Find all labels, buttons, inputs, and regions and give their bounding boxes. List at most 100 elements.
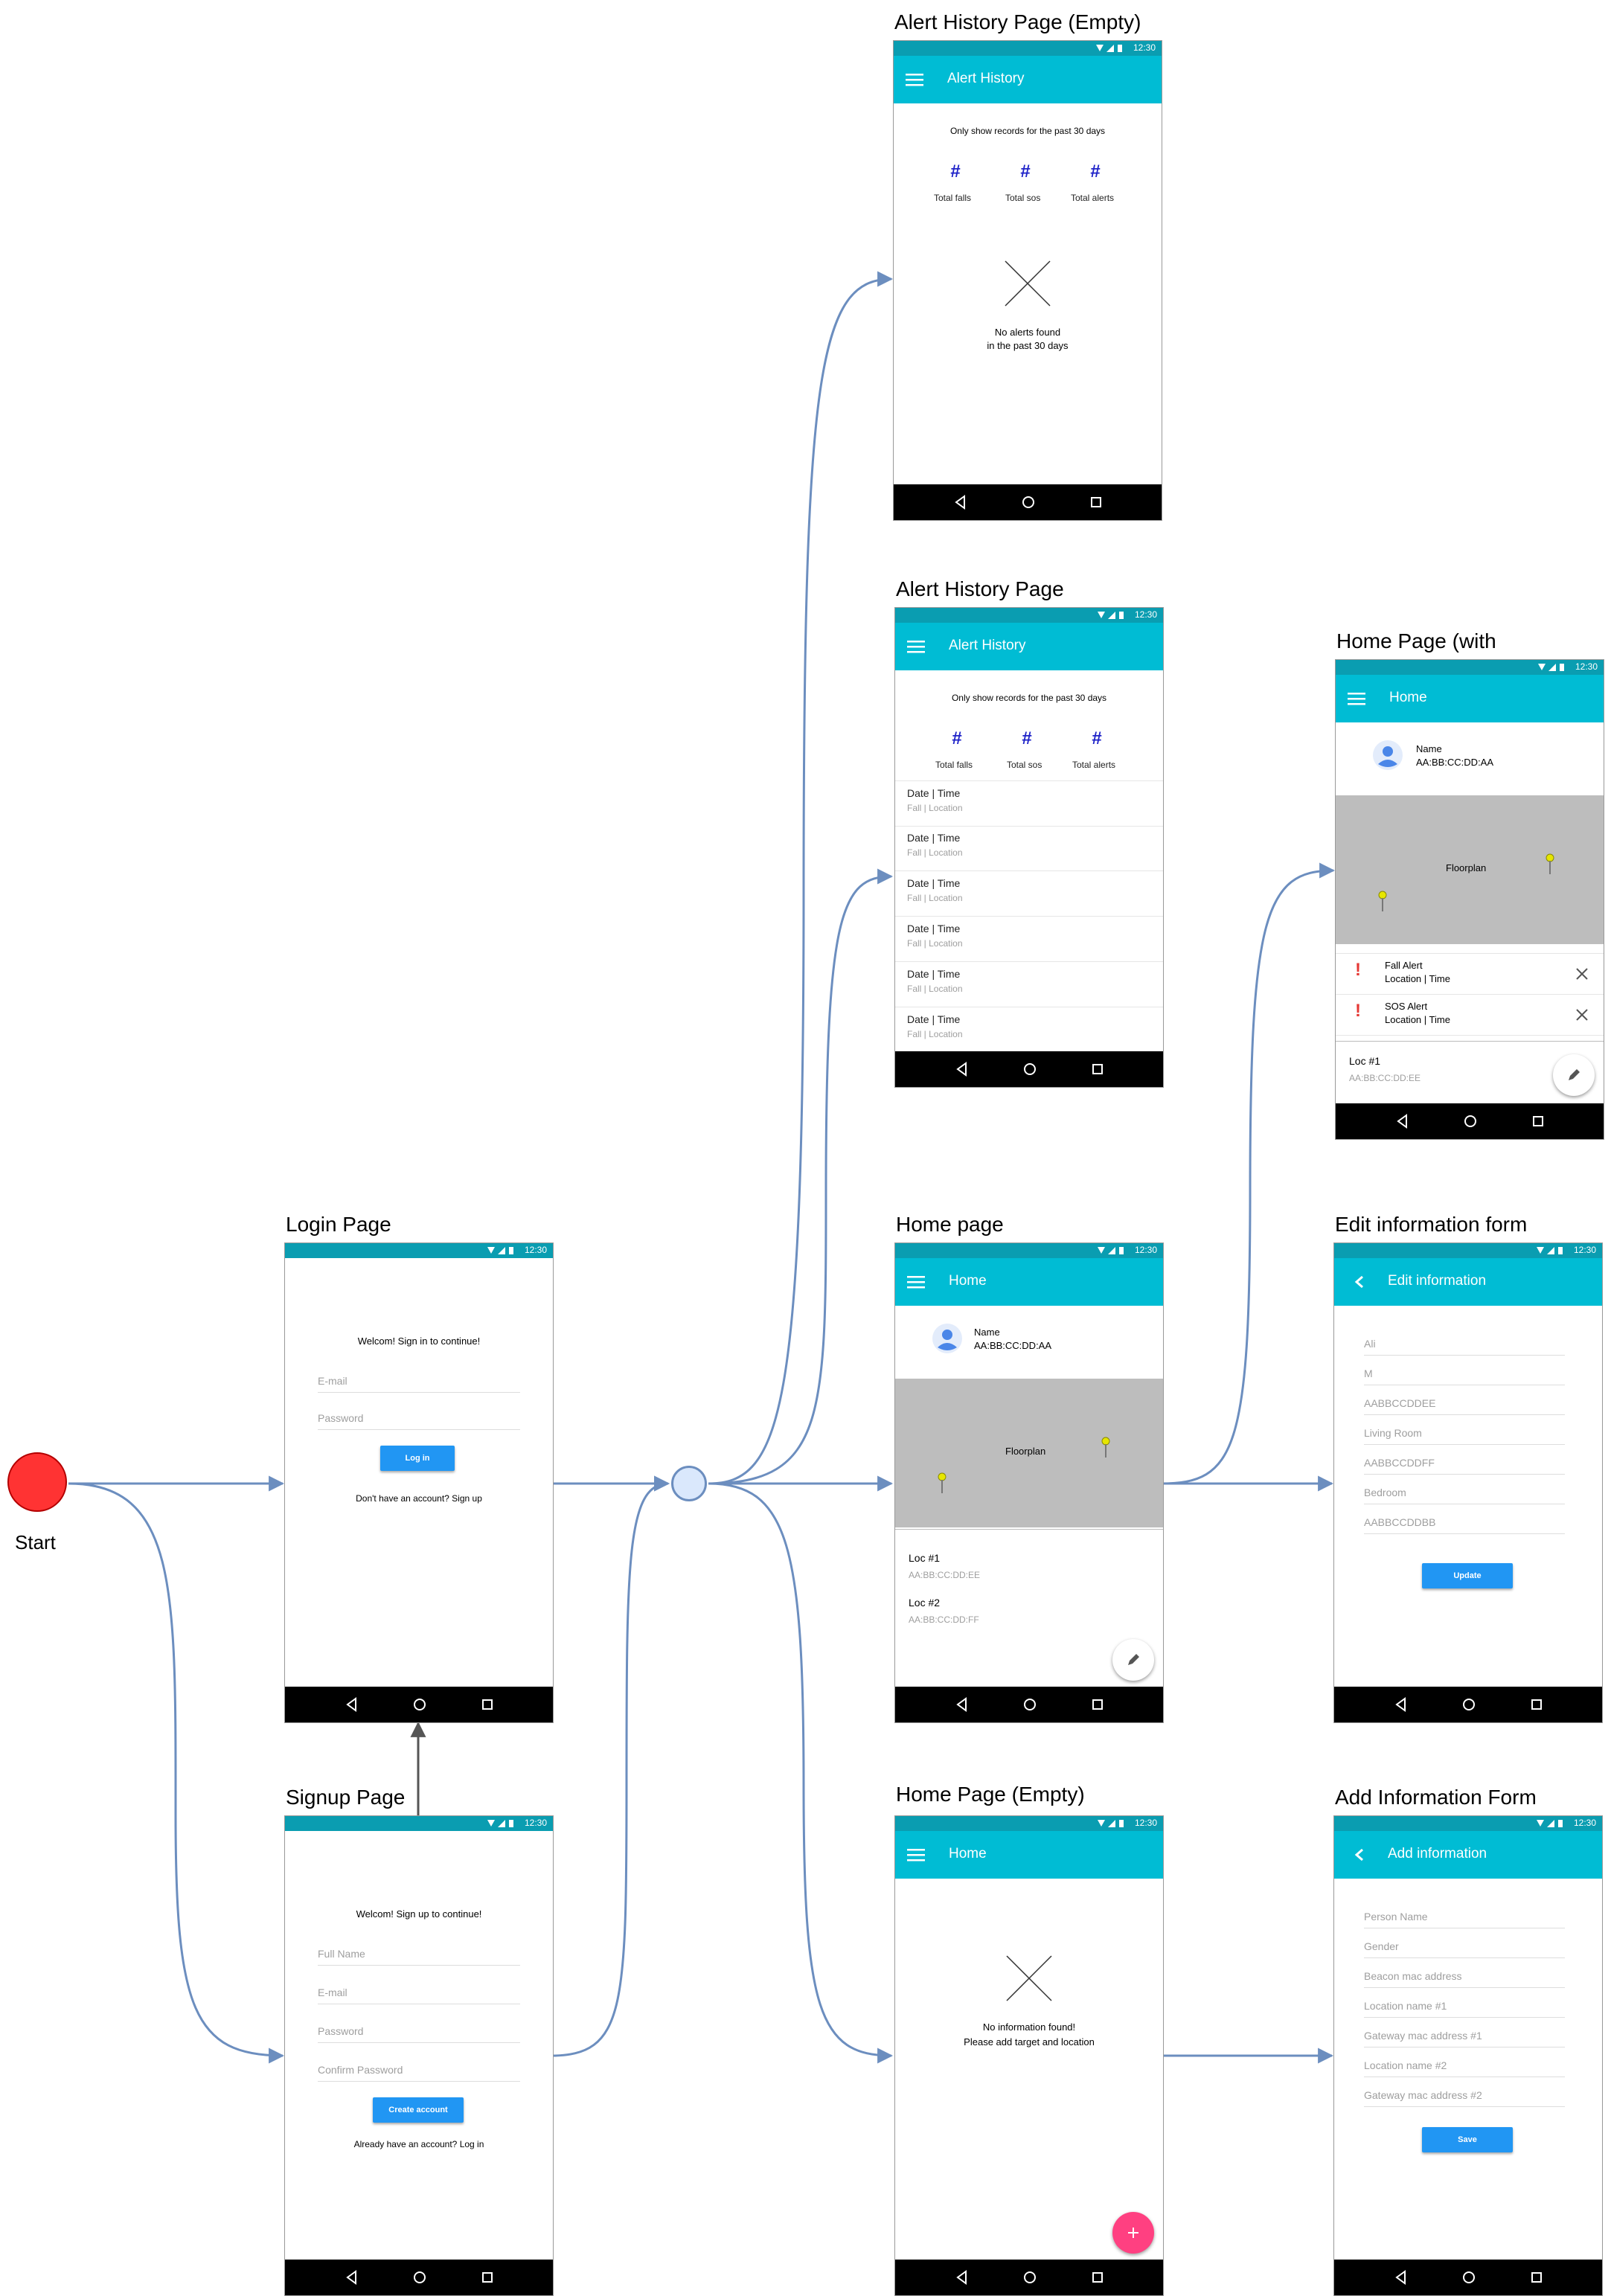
update-button[interactable]: Update — [1422, 1563, 1513, 1588]
location-pin-icon[interactable] — [1101, 1437, 1111, 1459]
recents-icon[interactable] — [480, 2270, 495, 2285]
alert-row[interactable]: Date | Time Fall | Location — [895, 917, 1163, 962]
confirm-password-field[interactable]: Confirm Password — [318, 2062, 520, 2082]
nav-bar — [894, 484, 1162, 520]
home-icon[interactable] — [1022, 1062, 1037, 1077]
back-icon[interactable] — [953, 495, 968, 510]
menu-icon[interactable] — [906, 72, 923, 87]
connector-hub-alert-empty — [708, 271, 894, 1485]
dismiss-icon[interactable] — [1575, 967, 1589, 981]
location-name: Loc #1 — [1349, 1055, 1381, 1067]
app-bar: Home — [895, 1831, 1163, 1879]
screen-login: 12:30 Welcom! Sign in to continue! E-mai… — [284, 1242, 554, 1723]
person-name-field[interactable]: Person Name — [1364, 1908, 1565, 1928]
location-pin-icon[interactable] — [1545, 853, 1555, 876]
back-icon[interactable] — [955, 1062, 970, 1077]
back-icon[interactable] — [955, 2270, 970, 2285]
recents-icon[interactable] — [1090, 2270, 1105, 2285]
location-name-1-field[interactable]: Location name #1 — [1364, 1998, 1565, 2018]
gateway-mac-1-field[interactable]: AABBCCDDFF — [1364, 1455, 1565, 1475]
gender-field[interactable]: Gender — [1364, 1938, 1565, 1958]
location-pin-icon[interactable] — [937, 1472, 947, 1495]
home-icon[interactable] — [1463, 1114, 1478, 1129]
full-name-field[interactable]: Full Name — [318, 1946, 520, 1966]
frame-title-edit: Edit information form — [1335, 1213, 1528, 1236]
back-arrow-icon[interactable] — [1352, 1847, 1370, 1862]
alert-card[interactable]: ! SOS Alert Location | Time — [1336, 995, 1604, 1036]
gateway-mac-2-field[interactable]: Gateway mac address #2 — [1364, 2087, 1565, 2107]
home-icon[interactable] — [412, 2270, 427, 2285]
status-bar: 12:30 — [895, 1243, 1163, 1258]
menu-icon[interactable] — [1348, 691, 1365, 706]
login-button[interactable]: Log in — [380, 1446, 455, 1471]
hub-node — [671, 1466, 707, 1501]
home-icon[interactable] — [1022, 2270, 1037, 2285]
back-icon[interactable] — [955, 1697, 970, 1712]
nav-bar — [1334, 2260, 1602, 2295]
recents-icon[interactable] — [480, 1697, 495, 1712]
password-field[interactable]: Password — [318, 1410, 520, 1430]
recents-icon[interactable] — [1090, 1062, 1105, 1077]
menu-icon[interactable] — [907, 639, 925, 654]
home-icon[interactable] — [412, 1697, 427, 1712]
beacon-mac-field[interactable]: Beacon mac address — [1364, 1968, 1565, 1988]
dismiss-icon[interactable] — [1575, 1008, 1589, 1022]
nav-bar — [1334, 1687, 1602, 1722]
recents-icon[interactable] — [1529, 2270, 1544, 2285]
email-field[interactable]: E-mail — [318, 1373, 520, 1393]
stat-alerts-value: # — [1092, 728, 1102, 748]
screen-home-empty: 12:30 Home No information found! Please … — [894, 1815, 1164, 2296]
avatar — [932, 1324, 962, 1353]
password-field[interactable]: Password — [318, 2023, 520, 2043]
back-icon[interactable] — [345, 2270, 359, 2285]
signup-link[interactable]: Don't have an account? Sign up — [285, 1493, 553, 1504]
gender-field[interactable]: M — [1364, 1365, 1565, 1385]
name-field[interactable]: Ali — [1364, 1335, 1565, 1356]
location-pin-icon[interactable] — [1377, 891, 1388, 913]
home-icon[interactable] — [1022, 1697, 1037, 1712]
edit-button[interactable] — [1553, 1054, 1595, 1096]
alert-row-date: Date | Time — [907, 877, 961, 889]
login-link[interactable]: Already have an account? Log in — [285, 2139, 553, 2149]
gateway-mac-2-field[interactable]: AABBCCDDBB — [1364, 1514, 1565, 1534]
location-name-2-field[interactable]: Bedroom — [1364, 1484, 1565, 1504]
records-note: Only show records for the past 30 days — [949, 126, 1106, 136]
back-icon[interactable] — [1394, 2270, 1409, 2285]
location-name-1-field[interactable]: Living Room — [1364, 1425, 1565, 1445]
gateway-mac-1-field[interactable]: Gateway mac address #1 — [1364, 2027, 1565, 2048]
recents-icon[interactable] — [1090, 1697, 1105, 1712]
back-icon[interactable] — [1394, 1697, 1409, 1712]
stat-falls-label: Total falls — [934, 193, 972, 203]
beacon-mac-field[interactable]: AABBCCDDEE — [1364, 1395, 1565, 1415]
location-name[interactable]: Loc #2 — [909, 1597, 940, 1609]
menu-icon[interactable] — [907, 1847, 925, 1862]
back-icon[interactable] — [345, 1697, 359, 1712]
edit-button[interactable] — [1112, 1639, 1154, 1681]
alert-row-detail: Fall | Location — [907, 893, 963, 903]
alert-row[interactable]: Date | Time Fall | Location — [895, 1007, 1163, 1053]
home-icon[interactable] — [1461, 1697, 1476, 1712]
location-name[interactable]: Loc #1 — [909, 1552, 940, 1564]
recents-icon[interactable] — [1529, 1697, 1544, 1712]
frame-title-add: Add Information Form — [1335, 1786, 1537, 1809]
home-icon[interactable] — [1461, 2270, 1476, 2285]
alert-row[interactable]: Date | Time Fall | Location — [895, 871, 1163, 917]
save-button[interactable]: Save — [1422, 2127, 1513, 2152]
status-icons — [1098, 612, 1124, 619]
add-button[interactable] — [1112, 2212, 1154, 2254]
alert-card[interactable]: ! Fall Alert Location | Time — [1336, 953, 1604, 995]
email-field[interactable]: E-mail — [318, 1984, 520, 2004]
alert-row[interactable]: Date | Time Fall | Location — [895, 780, 1163, 827]
menu-icon[interactable] — [907, 1274, 925, 1289]
create-account-button[interactable]: Create account — [373, 2097, 464, 2123]
home-icon[interactable] — [1021, 495, 1036, 510]
alert-row[interactable]: Date | Time Fall | Location — [895, 826, 1163, 871]
back-icon[interactable] — [1395, 1114, 1410, 1129]
recents-icon[interactable] — [1089, 495, 1104, 510]
back-arrow-icon[interactable] — [1352, 1274, 1370, 1289]
status-icons — [1537, 1247, 1563, 1254]
alert-row[interactable]: Date | Time Fall | Location — [895, 962, 1163, 1007]
empty-x-icon — [1005, 260, 1051, 307]
location-name-2-field[interactable]: Location name #2 — [1364, 2057, 1565, 2077]
recents-icon[interactable] — [1531, 1114, 1546, 1129]
